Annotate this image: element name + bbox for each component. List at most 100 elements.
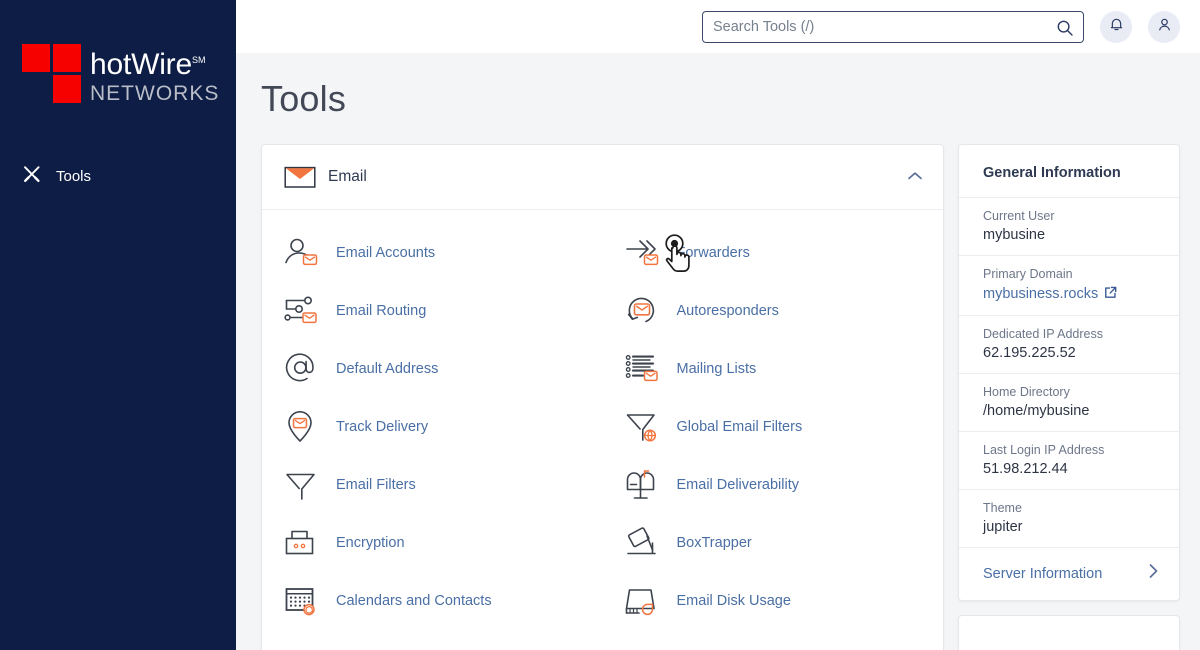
- tool-label: Email Filters: [336, 477, 416, 493]
- tool-autoresponders[interactable]: Autoresponders: [603, 282, 944, 340]
- logo-squares: [22, 44, 88, 106]
- primary-domain-link[interactable]: mybusiness.rocks: [983, 286, 1117, 303]
- tool-label: Email Accounts: [336, 245, 436, 261]
- at-circle-icon: [284, 352, 326, 386]
- logo-name-text: hotWire: [90, 48, 192, 81]
- tool-email-filters[interactable]: Email Filters: [262, 456, 603, 514]
- sidebar: hotWireSM NETWORKS Tools: [0, 0, 236, 650]
- external-link-icon: [1098, 286, 1117, 303]
- chevron-up-icon[interactable]: [907, 168, 923, 186]
- tool-label: Email Routing: [336, 303, 427, 319]
- logo-square-top-left: [22, 44, 50, 72]
- tool-global-email-filters[interactable]: Global Email Filters: [603, 398, 944, 456]
- circular-arrow-envelope-icon: [625, 294, 667, 328]
- tool-label: Autoresponders: [676, 303, 779, 319]
- info-value: 51.98.212.44: [983, 461, 1068, 477]
- email-card-header[interactable]: Email: [262, 145, 943, 210]
- box-trap-icon: [625, 526, 667, 560]
- info-row-primary-domain: Primary Domain mybusiness.rocks: [959, 255, 1179, 315]
- general-information-card: General Information Current User mybusin…: [958, 144, 1180, 601]
- tool-label: Forwarders: [676, 245, 750, 261]
- tool-boxtrapper[interactable]: BoxTrapper: [603, 514, 944, 572]
- logo-subtitle: NETWORKS: [90, 82, 220, 105]
- tool-label: Email Disk Usage: [676, 593, 791, 609]
- info-row-last-login-ip: Last Login IP Address 51.98.212.44: [959, 431, 1179, 489]
- info-value: jupiter: [983, 519, 1023, 535]
- tool-email-accounts[interactable]: Email Accounts: [262, 224, 603, 282]
- mailbox-icon: [625, 468, 667, 502]
- account-button[interactable]: [1148, 10, 1180, 43]
- info-value: 62.195.225.52: [983, 345, 1076, 361]
- notifications-button[interactable]: [1100, 10, 1132, 43]
- info-row-current-user: Current User mybusine: [959, 197, 1179, 255]
- tool-label: Encryption: [336, 535, 405, 551]
- bell-icon: [1108, 16, 1125, 38]
- list-envelope-icon: [625, 352, 667, 386]
- search-input[interactable]: [703, 11, 1083, 42]
- tool-label: Calendars and Contacts: [336, 593, 492, 609]
- tool-default-address[interactable]: Default Address: [262, 340, 603, 398]
- general-information-title: General Information: [983, 165, 1121, 181]
- routing-envelope-icon: [284, 294, 326, 328]
- logo-wordmark: hotWireSM NETWORKS: [90, 44, 219, 107]
- general-information-column: General Information Current User mybusin…: [958, 144, 1180, 650]
- calendar-at-icon: [284, 584, 326, 618]
- envelope-icon: [284, 165, 318, 189]
- tool-label: BoxTrapper: [676, 535, 752, 551]
- page-title: Tools: [261, 78, 347, 119]
- tool-label: Email Deliverability: [676, 477, 799, 493]
- tool-email-disk-usage[interactable]: Email Disk Usage: [603, 572, 944, 630]
- info-row-home-directory: Home Directory /home/mybusine: [959, 373, 1179, 431]
- info-row-theme: Theme jupiter: [959, 489, 1179, 547]
- info-label: Home Directory: [983, 385, 1070, 399]
- info-label: Theme: [983, 501, 1022, 515]
- info-value: /home/mybusine: [983, 403, 1090, 419]
- info-row-dedicated-ip: Dedicated IP Address 62.195.225.52: [959, 315, 1179, 373]
- tool-calendars-and-contacts[interactable]: Calendars and Contacts: [262, 572, 603, 630]
- sidebar-item-tools[interactable]: Tools: [0, 160, 236, 192]
- info-value: mybusiness.rocks: [983, 286, 1099, 302]
- info-label: Current User: [983, 209, 1055, 223]
- funnel-globe-icon: [625, 410, 667, 444]
- email-tools-card: Email Email Accounts Forwarders Email Ro…: [261, 144, 944, 650]
- user-icon: [1156, 16, 1173, 38]
- search-container[interactable]: [702, 10, 1084, 43]
- funnel-icon: [284, 468, 326, 502]
- user-envelope-icon: [284, 236, 326, 270]
- email-tools-grid: Email Accounts Forwarders Email Routing …: [262, 210, 943, 650]
- tool-label: Global Email Filters: [676, 419, 803, 435]
- info-label: Primary Domain: [983, 267, 1073, 281]
- main-region: Tools Email: [236, 0, 1200, 650]
- disk-pie-icon: [625, 584, 667, 618]
- arrows-envelope-icon: [625, 236, 667, 270]
- logo-superscript: SM: [191, 55, 206, 65]
- sidebar-item-label: Tools: [56, 167, 92, 185]
- tool-encryption[interactable]: Encryption: [262, 514, 603, 572]
- tool-email-deliverability[interactable]: Email Deliverability: [603, 456, 944, 514]
- chevron-right-icon: [1148, 563, 1159, 584]
- tool-mailing-lists[interactable]: Mailing Lists: [603, 340, 944, 398]
- info-label: Last Login IP Address: [983, 443, 1105, 457]
- tool-email-routing[interactable]: Email Routing: [262, 282, 603, 340]
- search-icon[interactable]: [1056, 19, 1074, 42]
- top-bar: [236, 0, 1200, 53]
- logo-square-top-right: [53, 44, 81, 72]
- tool-label: Default Address: [336, 361, 439, 377]
- tool-track-delivery[interactable]: Track Delivery: [262, 398, 603, 456]
- email-card-title: Email: [328, 168, 367, 185]
- info-label: Dedicated IP Address: [983, 327, 1103, 341]
- secondary-info-card: [958, 615, 1180, 650]
- tool-label: Mailing Lists: [676, 361, 757, 377]
- info-value: mybusine: [983, 227, 1046, 243]
- tools-icon: [22, 164, 42, 189]
- server-information-label: Server Information: [983, 565, 1103, 582]
- tool-forwarders[interactable]: Forwarders: [603, 224, 944, 282]
- logo-name: hotWireSM: [90, 45, 219, 80]
- pin-envelope-icon: [284, 410, 326, 444]
- server-information-link[interactable]: Server Information: [959, 547, 1179, 600]
- app-root: hotWireSM NETWORKS Tools Search Tools (/…: [0, 0, 1200, 650]
- brand-logo: hotWireSM NETWORKS: [22, 44, 219, 107]
- content-area: Email Email Accounts Forwarders Email Ro…: [236, 144, 1200, 650]
- tool-label: Track Delivery: [336, 419, 429, 435]
- logo-square-bottom-right: [53, 75, 81, 103]
